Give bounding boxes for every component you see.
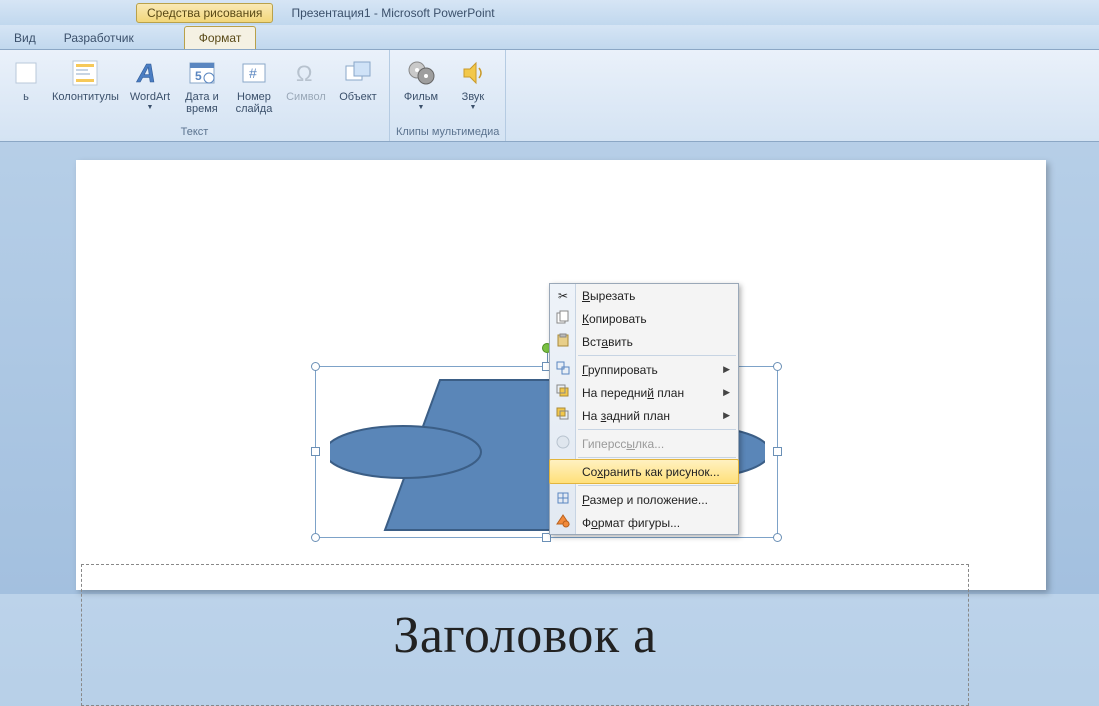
send-back-icon [554,407,572,424]
size-position-icon [554,491,572,508]
title-bar: Средства рисования Презентация1 - Micros… [0,0,1099,25]
context-menu: ✂ Вырезать Копировать Вставить Группиров… [549,283,739,535]
symbol-icon: Ω [290,57,322,89]
ctx-separator [578,485,736,486]
title-placeholder[interactable]: Заголовок а [81,564,969,706]
slide-number-icon: # [238,57,270,89]
movie-button[interactable]: Фильм ▼ [396,54,446,124]
wordart-icon: A [134,57,166,89]
resize-handle-l[interactable] [311,447,320,456]
object-button[interactable]: Объект [333,54,383,124]
resize-handle-tr[interactable] [773,362,782,371]
header-footer-icon [69,57,101,89]
ctx-save-as-picture[interactable]: Сохранить как рисунок... [549,459,739,484]
dropdown-arrow-icon: ▼ [146,104,153,111]
submenu-arrow-icon: ▶ [723,364,730,375]
unknown-icon [10,57,42,89]
sound-button[interactable]: Звук ▼ [448,54,498,124]
ctx-separator [578,429,736,430]
ctx-paste[interactable]: Вставить [550,330,738,353]
cut-icon: ✂ [554,289,572,303]
header-footer-button[interactable]: Колонтитулы [48,54,123,124]
ctx-bring-front[interactable]: На передний план ▶ [550,381,738,404]
hyperlink-icon [554,435,572,452]
ribbon-group-media: Фильм ▼ Звук ▼ Клипы мультимедиа [390,50,506,141]
contextual-tab-drawing-tools[interactable]: Средства рисования [136,3,273,23]
format-shape-icon [554,514,572,531]
dropdown-arrow-icon: ▼ [417,104,424,111]
svg-text:Ω: Ω [296,61,312,86]
ctx-format-shape[interactable]: Формат фигуры... [550,511,738,534]
ctx-send-back[interactable]: На задний план ▶ [550,404,738,427]
resize-handle-br[interactable] [773,533,782,542]
bring-front-icon [554,384,572,401]
ctx-group[interactable]: Группировать ▶ [550,358,738,381]
ribbon-tabs: Вид Разработчик Формат [0,25,1099,50]
group-label-text: Текст [6,124,383,141]
ctx-cut[interactable]: ✂ Вырезать [550,284,738,307]
title-placeholder-text: Заголовок а [393,606,656,665]
submenu-arrow-icon: ▶ [723,387,730,398]
movie-icon [405,57,437,89]
resize-handle-tl[interactable] [311,362,320,371]
ctx-separator [578,355,736,356]
slide-number-button[interactable]: # Номер слайда [229,54,279,124]
sound-icon [457,57,489,89]
date-time-icon: 5 [186,57,218,89]
svg-text:5: 5 [195,69,202,83]
window-title: Презентация1 - Microsoft PowerPoint [291,6,494,20]
tab-developer[interactable]: Разработчик [50,27,148,49]
wordart-button[interactable]: A WordArt ▼ [125,54,175,124]
ctx-copy[interactable]: Копировать [550,307,738,330]
group-icon [554,361,572,378]
ctx-hyperlink: Гиперссылка... [550,432,738,455]
ribbon: ь Колонтитулы A WordArt ▼ 5 Дата и время [0,50,1099,142]
group-label-media: Клипы мультимедиа [396,124,499,141]
ctx-separator [578,457,736,458]
date-time-button[interactable]: 5 Дата и время [177,54,227,124]
paste-icon [554,333,572,350]
dropdown-arrow-icon: ▼ [469,104,476,111]
tab-view[interactable]: Вид [0,27,50,49]
symbol-button: Ω Символ [281,54,331,124]
ribbon-group-text: ь Колонтитулы A WordArt ▼ 5 Дата и время [0,50,390,141]
tab-format[interactable]: Формат [184,26,257,49]
submenu-arrow-icon: ▶ [723,410,730,421]
unknown-cut-button[interactable]: ь [6,54,46,124]
resize-handle-r[interactable] [773,447,782,456]
resize-handle-bl[interactable] [311,533,320,542]
copy-icon [554,310,572,327]
svg-text:A: A [136,58,156,88]
svg-text:#: # [249,65,257,81]
object-icon [342,57,374,89]
ctx-size-position[interactable]: Размер и положение... [550,488,738,511]
